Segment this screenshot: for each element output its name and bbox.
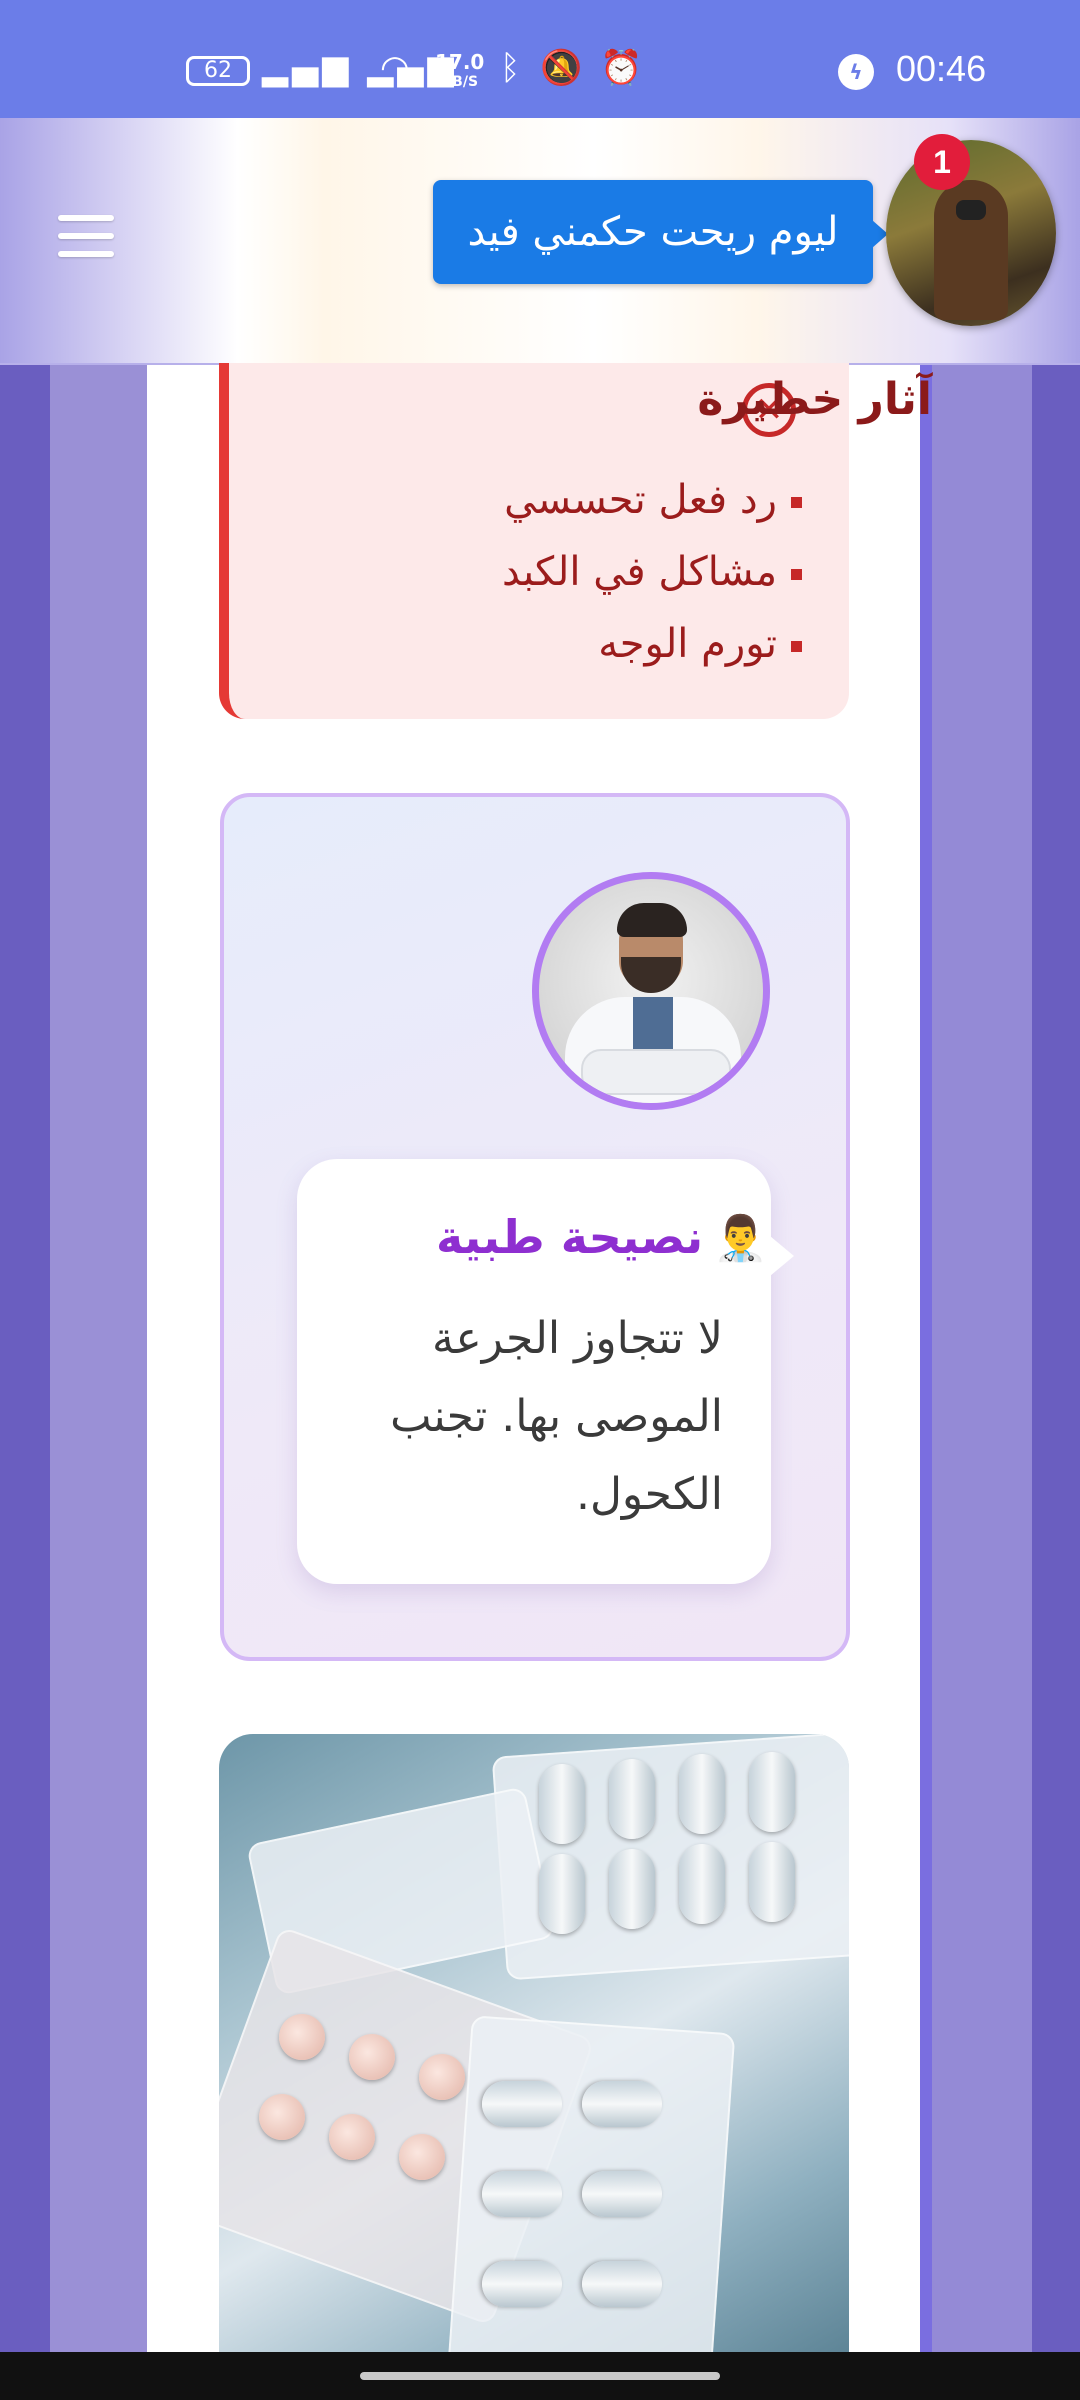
medical-tip-title: 👨‍⚕️نصيحة طبية bbox=[435, 1210, 768, 1264]
wifi-icon: ◠ bbox=[380, 48, 414, 88]
network-speed: 17.0 KB/S bbox=[435, 50, 485, 90]
bullet-icon bbox=[791, 568, 802, 580]
speech-bubble-pointer bbox=[770, 1236, 794, 1276]
status-bar: 62 ▂▄▆ ▂▄▆ ◠ 17.0 KB/S ᛒ 🔕 ⏰ ϟ 00:46 bbox=[0, 0, 1080, 118]
gesture-handle[interactable] bbox=[360, 2372, 720, 2380]
list-item: مشاكل في الكبد bbox=[382, 542, 802, 614]
pills-photo bbox=[219, 1734, 849, 2354]
chat-head-avatar[interactable] bbox=[886, 140, 1056, 326]
doctor-image bbox=[617, 903, 687, 937]
messenger-icon: ϟ bbox=[838, 54, 874, 90]
signal-icon: ▂▄▆ ▂▄▆ bbox=[262, 48, 458, 88]
doctor-emoji-icon: 👨‍⚕️ bbox=[713, 1213, 768, 1264]
medical-tip-text: لا تتجاوز الجرعة الموصى بها. تجنب الكحول… bbox=[390, 1313, 723, 1520]
doctor-avatar bbox=[532, 872, 770, 1110]
bullet-icon bbox=[791, 496, 802, 508]
bluetooth-icon: ᛒ bbox=[500, 48, 527, 88]
hamburger-menu-icon[interactable] bbox=[58, 215, 114, 265]
alarm-icon: ⏰ bbox=[600, 48, 649, 88]
doctor-image bbox=[633, 997, 673, 1057]
chat-head-message-bubble[interactable]: ليوم ريحت حكمني فيد bbox=[433, 180, 873, 284]
notification-badge: 1 bbox=[914, 134, 970, 190]
avatar-image bbox=[956, 200, 986, 220]
clock: 00:46 bbox=[896, 48, 987, 89]
mute-icon: 🔕 bbox=[540, 48, 589, 88]
battery-indicator: 62 bbox=[186, 56, 250, 86]
bullet-icon bbox=[791, 640, 802, 652]
doctor-image bbox=[581, 1049, 731, 1095]
serious-effects-list: رد فعل تحسسي مشاكل في الكبد تورم الوجه bbox=[382, 470, 802, 686]
serious-effects-title: آثار خطيرة bbox=[697, 374, 932, 425]
doctor-image bbox=[621, 957, 681, 993]
list-item: رد فعل تحسسي bbox=[382, 470, 802, 542]
list-item: تورم الوجه bbox=[382, 614, 802, 686]
